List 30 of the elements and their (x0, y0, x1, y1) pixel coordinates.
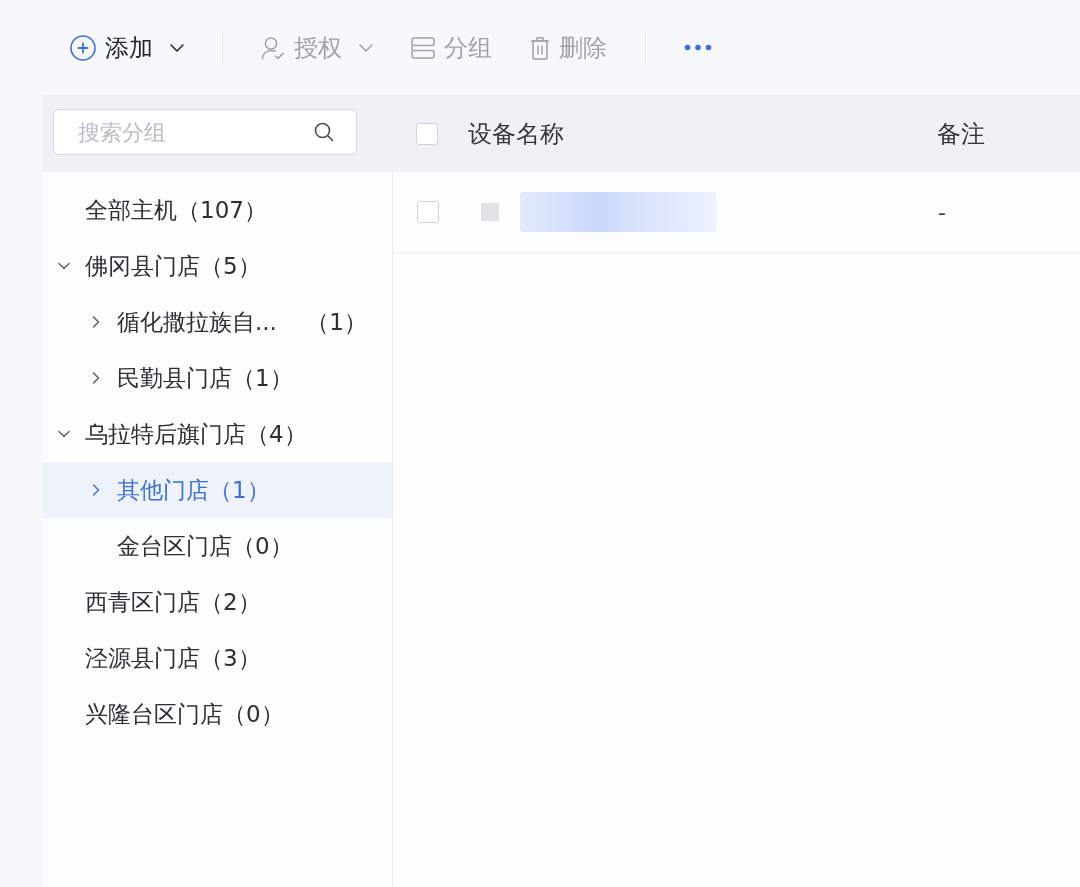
chevron-down-icon[interactable] (58, 260, 70, 272)
checkbox[interactable] (416, 122, 438, 145)
table-cell: - (938, 199, 946, 225)
user-icon (261, 35, 285, 60)
chevron-down-icon[interactable] (58, 428, 70, 440)
checkbox[interactable] (417, 201, 439, 223)
tree-item[interactable]: 西青区门店（2） (43, 574, 392, 630)
square-icon (481, 203, 499, 221)
plus-circle-icon (70, 34, 96, 61)
tree-item[interactable]: 其他门店（1） (43, 462, 392, 518)
chevron-right-icon[interactable] (90, 484, 102, 496)
stack-icon (411, 36, 435, 59)
tree-item[interactable]: 循化撒拉族自... （1） (43, 294, 392, 350)
search-field[interactable]: 搜索分组 (53, 109, 357, 155)
add-button[interactable]: 添加 (70, 31, 184, 64)
tree-item[interactable]: 兴隆台区门店（0） (43, 686, 392, 742)
chevron-right-icon[interactable] (90, 316, 102, 328)
tree-item[interactable]: 全部主机（107） (43, 182, 392, 238)
more-icon (684, 44, 712, 51)
search-icon (314, 122, 334, 142)
trash-icon (530, 35, 550, 60)
tree-item[interactable]: 乌拉特后旗门店（4） (43, 406, 392, 462)
column-header: 设备名称 (468, 118, 564, 150)
tree-item[interactable]: 泾源县门店（3） (43, 630, 392, 686)
chevron-right-icon[interactable] (90, 372, 102, 384)
tree-item[interactable]: 金台区门店（0） (43, 518, 392, 574)
column-header: 备注 (937, 119, 985, 148)
more-button[interactable] (684, 44, 712, 51)
tree-item[interactable]: 佛冈县门店（5） (43, 238, 392, 294)
tree-item[interactable]: 民勤县门店（1） (43, 350, 392, 406)
